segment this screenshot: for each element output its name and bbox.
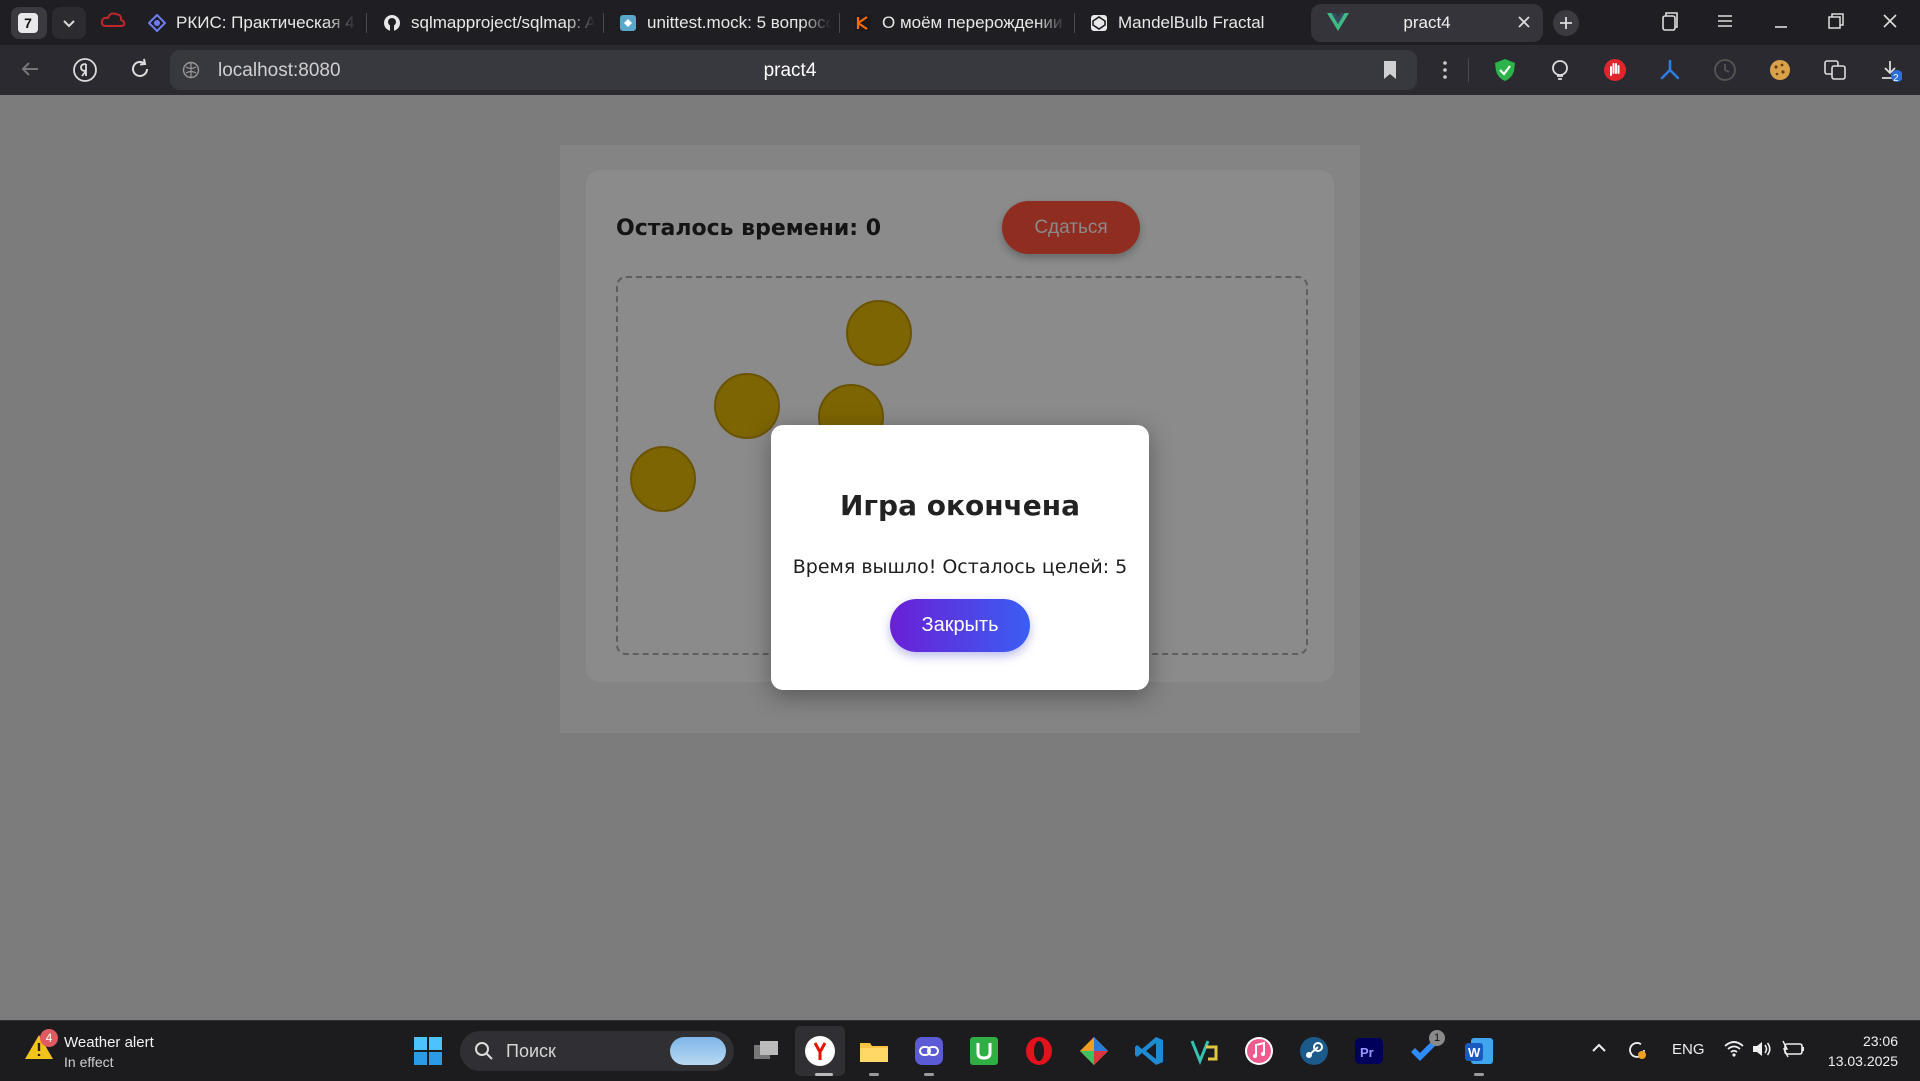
yandex-icon[interactable] — [72, 57, 98, 83]
chevron-up-icon[interactable] — [1590, 1039, 1608, 1057]
browser-tab-bar: 7 РКИС: Практическая 4 sqlmapproject/sql… — [0, 0, 1920, 45]
menu-icon[interactable] — [1715, 11, 1735, 31]
page-title: pract4 — [763, 60, 817, 81]
plus-icon — [1560, 17, 1572, 29]
chevron-down-icon — [63, 20, 75, 28]
cloud-icon[interactable] — [100, 10, 126, 30]
tab-counter-button[interactable]: 7 — [11, 7, 47, 39]
cube-icon — [148, 14, 166, 32]
tab-active[interactable]: pract4 — [1311, 4, 1543, 42]
tab-3[interactable]: О моём перерождении в — [854, 6, 1066, 40]
game-over-modal: Игра окончена Время вышло! Осталось целе… — [771, 425, 1149, 690]
surrender-button[interactable]: Сдаться — [1002, 201, 1140, 254]
windows-start-icon[interactable] — [413, 1036, 443, 1066]
clock[interactable]: 23:06 13.03.2025 — [1818, 1031, 1898, 1071]
close-button[interactable]: Закрыть — [890, 599, 1030, 652]
weather-subtitle: In effect — [64, 1054, 114, 1070]
tab-2[interactable]: unittest.mock: 5 вопросов — [619, 6, 831, 40]
opera-icon[interactable] — [1023, 1035, 1055, 1067]
itunes-icon[interactable] — [1243, 1035, 1275, 1067]
taskbar: 4 Weather alert In effect Поиск Pr 1 W E… — [0, 1020, 1920, 1081]
search-placeholder: Поиск — [506, 1041, 556, 1061]
svg-text:Pr: Pr — [1360, 1045, 1374, 1060]
language-indicator[interactable]: ENG — [1672, 1041, 1705, 1058]
download-badge: 2 — [1893, 73, 1899, 84]
task-view-icon[interactable] — [750, 1035, 782, 1067]
browser-nav-bar: localhost:8080 pract4 2 — [0, 45, 1920, 95]
todo-badge: 1 — [1429, 1030, 1445, 1046]
clock-date: 13.03.2025 — [1827, 1053, 1898, 1069]
target-2[interactable] — [714, 373, 780, 439]
modal-message: Время вышло! Осталось целей: 5 — [792, 556, 1128, 578]
link-app-icon[interactable] — [913, 1035, 945, 1067]
target-4[interactable] — [630, 446, 696, 512]
steam-icon[interactable] — [1298, 1035, 1330, 1067]
reload-icon[interactable] — [128, 57, 152, 81]
close-window-icon[interactable] — [1880, 11, 1900, 31]
search-highlight-image — [670, 1037, 726, 1065]
collections-icon[interactable] — [1660, 11, 1680, 33]
vscode-icon[interactable] — [1133, 1035, 1165, 1067]
volume-icon[interactable] — [1751, 1039, 1773, 1059]
clock-ext-icon[interactable] — [1713, 58, 1737, 82]
modal-title: Игра окончена — [839, 489, 1081, 522]
github-icon — [384, 15, 400, 31]
tab-list-button[interactable] — [52, 7, 86, 39]
svg-text:W: W — [1468, 1045, 1481, 1060]
tab-0[interactable]: РКИС: Практическая 4 — [148, 6, 356, 40]
vs-app-icon[interactable] — [1188, 1035, 1220, 1067]
tab-count: 7 — [18, 13, 38, 33]
wifi-icon[interactable] — [1723, 1039, 1745, 1059]
mock-icon — [620, 15, 636, 31]
search-icon — [475, 1042, 493, 1060]
word-icon[interactable]: W — [1463, 1035, 1495, 1067]
close-icon[interactable] — [1517, 15, 1531, 29]
yandex-browser-icon[interactable] — [804, 1035, 836, 1067]
back-icon[interactable] — [18, 57, 42, 81]
battery-icon[interactable] — [1781, 1039, 1805, 1059]
sync-icon[interactable] — [1626, 1039, 1648, 1061]
file-explorer-icon[interactable] — [858, 1035, 890, 1067]
premiere-pro-icon[interactable]: Pr — [1353, 1035, 1385, 1067]
timer-label: Осталось времени: 0 — [616, 216, 882, 241]
tab-1[interactable]: sqlmapproject/sqlmap: Autom — [383, 6, 595, 40]
utorrent-icon[interactable] — [968, 1035, 1000, 1067]
kinopoisk-icon — [855, 15, 871, 31]
clock-time: 23:06 — [1862, 1033, 1898, 1049]
address-bar[interactable]: localhost:8080 pract4 — [170, 50, 1417, 90]
adblock-hand-icon[interactable] — [1603, 58, 1627, 82]
git-app-icon[interactable] — [1078, 1035, 1110, 1067]
taskbar-search[interactable]: Поиск — [460, 1031, 734, 1071]
target-1[interactable] — [846, 300, 912, 366]
minimize-icon[interactable] — [1771, 11, 1791, 31]
translate-icon[interactable] — [1823, 58, 1847, 82]
tab-4[interactable]: MandelBulb Fractal — [1090, 6, 1302, 40]
bookmark-icon[interactable] — [1382, 60, 1398, 80]
new-tab-button[interactable] — [1553, 10, 1579, 36]
shield-icon[interactable] — [1493, 58, 1517, 82]
weather-title: Weather alert — [64, 1034, 154, 1051]
tab-label: MandelBulb Fractal — [1118, 13, 1265, 32]
more-icon[interactable] — [1433, 58, 1457, 82]
network-icon[interactable] — [1658, 58, 1682, 82]
tab-label: pract4 — [1403, 13, 1451, 32]
cookie-icon[interactable] — [1768, 58, 1792, 82]
codepen-icon — [1091, 15, 1107, 31]
bulb-icon[interactable] — [1548, 58, 1572, 82]
weather-badge: 4 — [40, 1029, 58, 1047]
restore-icon[interactable] — [1826, 11, 1846, 31]
